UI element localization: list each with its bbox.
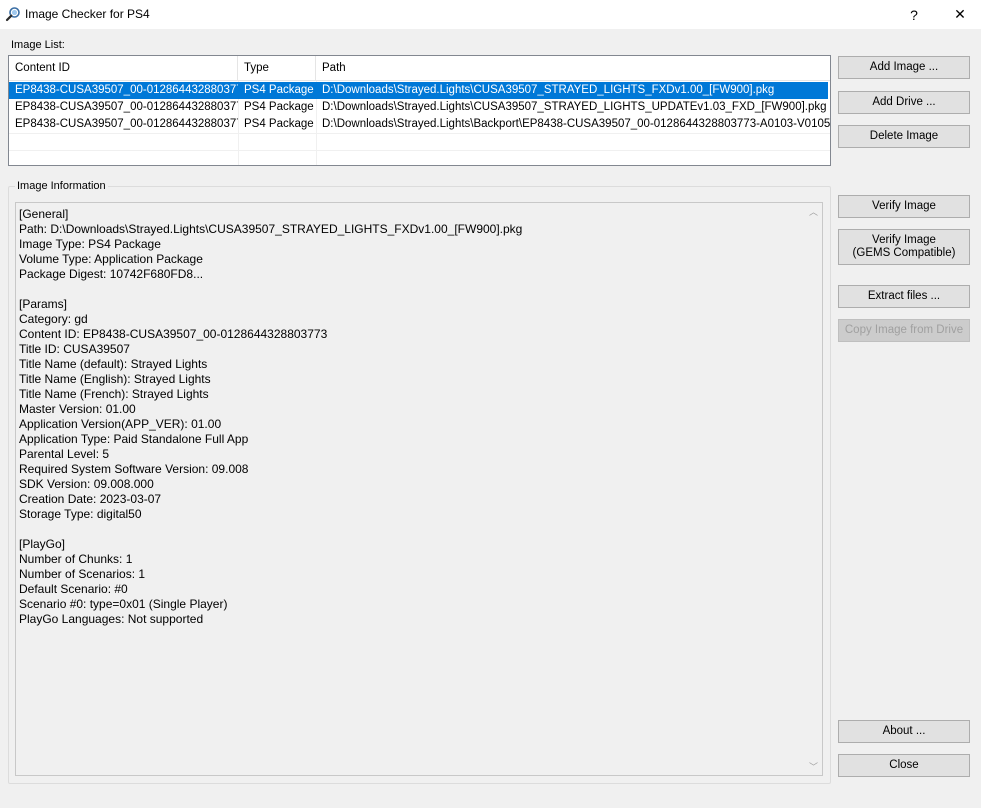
close-button[interactable]: Close bbox=[838, 754, 970, 777]
verify-image-button[interactable]: Verify Image bbox=[838, 195, 970, 218]
path-cell: D:\Downloads\Strayed.Lights\CUSA39507_ST… bbox=[322, 84, 775, 96]
image-list-label: Image List: bbox=[11, 39, 65, 51]
title-bar: Image Checker for PS4 ? ✕ bbox=[0, 0, 981, 29]
image-list[interactable]: Content ID Type Path EP8438-CUSA39507_00… bbox=[8, 55, 831, 166]
window-close-button[interactable]: ✕ bbox=[937, 0, 981, 29]
add-image-button[interactable]: Add Image ... bbox=[838, 56, 970, 79]
path-cell: D:\Downloads\Strayed.Lights\CUSA39507_ST… bbox=[322, 101, 827, 113]
window-title: Image Checker for PS4 bbox=[25, 7, 150, 21]
scroll-down-icon[interactable]: ﹀ bbox=[805, 758, 822, 775]
table-row[interactable]: EP8438-CUSA39507_00-0128644328803773 PS4… bbox=[9, 116, 830, 133]
scroll-up-icon[interactable]: ︿ bbox=[805, 203, 822, 220]
content-id-cell: EP8438-CUSA39507_00-0128644328803773 bbox=[15, 101, 238, 113]
list-header: Content ID Type Path bbox=[9, 56, 830, 81]
add-drive-button[interactable]: Add Drive ... bbox=[838, 91, 970, 114]
column-header-path[interactable]: Path bbox=[316, 56, 830, 81]
column-header-content-id[interactable]: Content ID bbox=[9, 56, 238, 81]
vertical-scrollbar[interactable]: ︿ ﹀ bbox=[805, 203, 822, 775]
table-row[interactable]: EP8438-CUSA39507_00-0128644328803773 PS4… bbox=[9, 82, 828, 99]
image-information-title: Image Information bbox=[15, 180, 108, 192]
help-button[interactable]: ? bbox=[891, 0, 937, 29]
verify-gems-label-line1: Verify Image bbox=[872, 234, 936, 246]
image-information-text: [General] Path: D:\Downloads\Strayed.Lig… bbox=[19, 207, 523, 626]
empty-row bbox=[9, 150, 830, 165]
path-cell: D:\Downloads\Strayed.Lights\Backport\EP8… bbox=[322, 118, 830, 130]
content-id-cell: EP8438-CUSA39507_00-0128644328803773 bbox=[15, 118, 238, 130]
table-row[interactable]: EP8438-CUSA39507_00-0128644328803773 PS4… bbox=[9, 99, 830, 116]
type-cell: PS4 Package bbox=[244, 118, 314, 130]
extract-files-button[interactable]: Extract files ... bbox=[838, 285, 970, 308]
verify-image-gems-button[interactable]: Verify Image (GEMS Compatible) bbox=[838, 229, 970, 265]
verify-gems-label-line2: (GEMS Compatible) bbox=[852, 247, 956, 259]
magnifier-app-icon bbox=[5, 7, 20, 22]
column-header-type[interactable]: Type bbox=[238, 56, 316, 81]
about-button[interactable]: About ... bbox=[838, 720, 970, 743]
image-information-textbox[interactable]: [General] Path: D:\Downloads\Strayed.Lig… bbox=[15, 202, 823, 776]
type-cell: PS4 Package bbox=[244, 84, 314, 96]
content-id-cell: EP8438-CUSA39507_00-0128644328803773 bbox=[15, 84, 238, 96]
empty-row bbox=[9, 133, 830, 150]
copy-image-from-drive-button: Copy Image from Drive bbox=[838, 319, 970, 342]
delete-image-button[interactable]: Delete Image bbox=[838, 125, 970, 148]
type-cell: PS4 Package bbox=[244, 101, 314, 113]
